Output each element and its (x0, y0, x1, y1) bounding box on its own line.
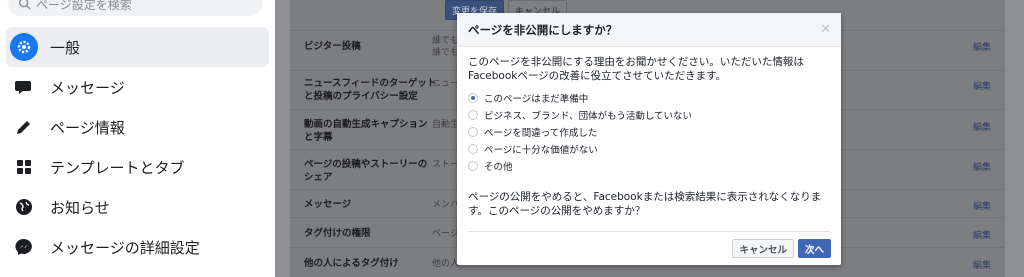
setting-label: タグ付けの権限 (304, 228, 371, 239)
edit-link[interactable]: 編集 (973, 160, 991, 173)
sidebar-item-label: メッセージの詳細設定 (50, 238, 200, 257)
messenger-icon (10, 233, 38, 261)
sidebar-item-templates-tabs[interactable]: テンプレートとタブ (6, 147, 269, 187)
sidebar-item-label: メッセージ (50, 78, 125, 97)
setting-value: メンバ (432, 200, 460, 210)
dialog-cancel-button[interactable]: キャンセル (732, 239, 794, 258)
radio-button[interactable] (468, 160, 478, 171)
dialog-next-button[interactable]: 次へ (797, 239, 831, 258)
reason-options: このページはまだ準備中 ビジネス、ブランド、団体がもう活動していない ページを間… (468, 89, 830, 174)
dialog-header: ページを非公開にしますか？ (457, 13, 841, 47)
option-label: その他 (484, 161, 513, 173)
dialog-body: このページを非公開にする理由をお聞かせください。いただいた情報はFacebook… (457, 47, 841, 218)
edit-link[interactable]: 編集 (973, 199, 991, 212)
setting-label: ニュースフィードのターゲット と投稿のプライバシー設定 (304, 78, 437, 102)
sidebar-item-label: 一般 (50, 38, 81, 57)
setting-label: ビジター投稿 (304, 41, 361, 52)
settings-sidebar: ページ設定を検索 一般 メッセージ ページ情報 テンプレートとタブ お知らせ メ… (0, 0, 275, 277)
radio-button[interactable] (468, 92, 478, 103)
reason-option-created-by-mistake[interactable]: ページを間違って作成した (468, 123, 830, 140)
setting-label: 動画の自動生成キャプション と字幕 (304, 119, 428, 143)
chat-icon (10, 73, 38, 101)
radio-button[interactable] (468, 143, 478, 154)
gear-icon (10, 33, 38, 61)
reason-option-inactive-business[interactable]: ビジネス、ブランド、団体がもう活動していない (468, 106, 830, 123)
sidebar-item-notifications[interactable]: お知らせ (6, 187, 269, 227)
edit-link[interactable]: 編集 (973, 40, 991, 53)
setting-label: メッセージ (304, 199, 352, 210)
settings-search-input[interactable]: ページ設定を検索 (8, 0, 262, 16)
sidebar-item-page-info[interactable]: ページ情報 (6, 107, 269, 147)
setting-value: 他の人 (432, 259, 460, 269)
radio-button[interactable] (468, 126, 478, 137)
setting-value: ページ (432, 229, 459, 239)
pencil-icon (10, 113, 38, 141)
reason-option-not-ready[interactable]: このページはまだ準備中 (468, 89, 830, 106)
setting-value: ニュー (432, 79, 460, 89)
sidebar-item-messages[interactable]: メッセージ (6, 67, 269, 107)
edit-link[interactable]: 編集 (973, 120, 991, 133)
unpublish-page-dialog: ページを非公開にしますか？ ✕ このページを非公開にする理由をお聞かせください。… (457, 13, 841, 265)
grid-icon (10, 153, 38, 181)
reason-option-not-enough-value[interactable]: ページに十分な価値がない (468, 140, 830, 157)
setting-label: ページの投稿やストーリーの シェア (304, 159, 428, 183)
sidebar-nav: 一般 メッセージ ページ情報 テンプレートとタブ お知らせ メッセージの詳細設定 (0, 27, 275, 267)
edit-link[interactable]: 編集 (973, 258, 991, 271)
setting-value: 誰でも 誰でも (432, 36, 460, 58)
sidebar-item-general[interactable]: 一般 (6, 27, 269, 67)
search-icon (19, 0, 31, 10)
sidebar-item-advanced-messaging[interactable]: メッセージの詳細設定 (6, 227, 269, 267)
option-label: ページに十分な価値がない (484, 144, 598, 156)
globe-icon (10, 193, 38, 221)
dialog-divider (468, 231, 830, 232)
setting-value: ストー (432, 160, 460, 170)
edit-link[interactable]: 編集 (973, 79, 991, 92)
dialog-confirm-text: ページの公開をやめると、Facebookまたは検索結果に表示されなくなります。こ… (468, 191, 822, 217)
option-label: ビジネス、ブランド、団体がもう活動していない (484, 110, 693, 122)
sidebar-item-label: テンプレートとタブ (50, 158, 185, 177)
option-label: ページを間違って作成した (484, 127, 598, 139)
close-icon[interactable]: ✕ (820, 22, 831, 37)
setting-label: 他の人によるタグ付け (304, 258, 399, 269)
dialog-title: ページを非公開にしますか？ (468, 22, 618, 37)
sidebar-item-label: お知らせ (50, 198, 110, 217)
edit-link[interactable]: 編集 (973, 228, 991, 241)
setting-value: 自動生 (432, 120, 460, 130)
option-label: このページはまだ準備中 (484, 93, 589, 105)
sidebar-item-label: ページ情報 (50, 118, 125, 137)
dialog-intro-text: このページを非公開にする理由をお聞かせください。いただいた情報はFacebook… (468, 56, 804, 82)
radio-button[interactable] (468, 109, 478, 120)
search-placeholder: ページ設定を検索 (36, 0, 132, 12)
dialog-actions: キャンセル 次へ (732, 239, 831, 258)
reason-option-other[interactable]: その他 (468, 157, 830, 174)
